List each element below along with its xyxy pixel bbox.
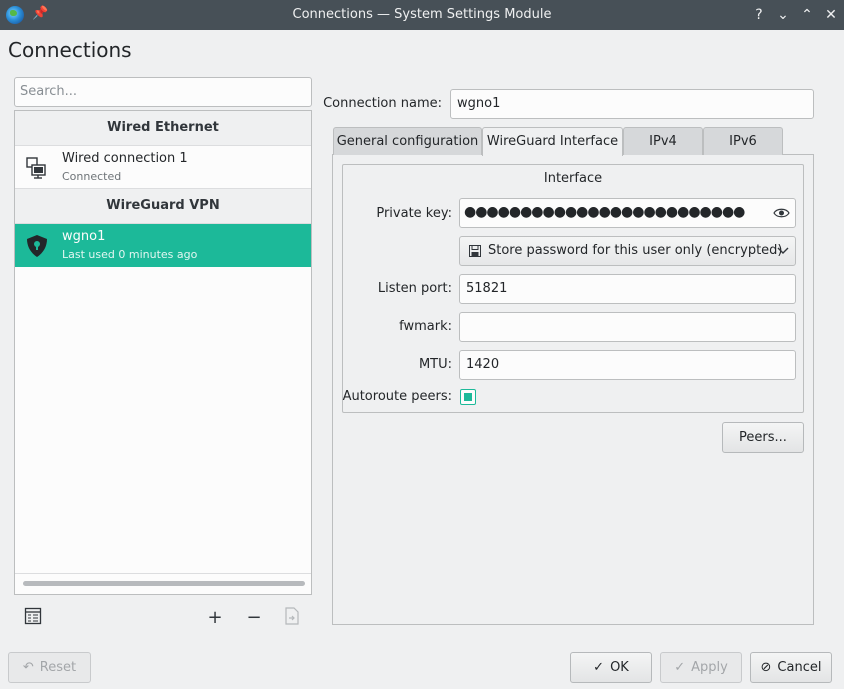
tab-ipv6[interactable]: IPv6: [703, 127, 783, 155]
mtu-label: MTU:: [418, 357, 452, 372]
ok-button[interactable]: ✓ OK: [570, 652, 652, 683]
connection-status: Last used 0 minutes ago: [62, 248, 198, 261]
maximize-button[interactable]: ⌃: [798, 5, 816, 25]
window-title: Connections — System Settings Module: [292, 7, 552, 22]
group-header-wireguard: WireGuard VPN: [15, 189, 311, 224]
interface-group-title: Interface: [543, 171, 603, 186]
cancel-circle-icon: ⊘: [760, 660, 772, 675]
peers-button[interactable]: Peers...: [722, 422, 804, 453]
chevron-down-icon: [777, 247, 789, 254]
connection-name: wgno1: [62, 229, 106, 244]
cancel-label: Cancel: [777, 660, 822, 675]
password-storage-value: Store password for this user only (encry…: [488, 243, 783, 258]
listen-port-input[interactable]: 51821: [459, 274, 796, 304]
view-details-icon: [24, 607, 42, 625]
wired-network-icon: [26, 157, 46, 179]
reset-label: Reset: [39, 660, 77, 675]
tab-ipv4[interactable]: IPv4: [623, 127, 703, 155]
checkmark-icon: ✓: [674, 660, 686, 675]
search-input[interactable]: Search...: [14, 77, 312, 107]
list-item-wgno1[interactable]: wgno1 Last used 0 minutes ago: [15, 224, 311, 267]
ok-label: OK: [610, 660, 629, 675]
export-connection-button[interactable]: [281, 607, 303, 629]
group-header-wired: Wired Ethernet: [15, 111, 311, 146]
mtu-input[interactable]: 1420: [459, 350, 796, 380]
tab-general-configuration[interactable]: General configuration: [333, 127, 482, 155]
password-storage-select[interactable]: Store password for this user only (encry…: [459, 236, 796, 266]
autoroute-peers-label: Autoroute peers:: [342, 389, 452, 404]
list-divider: [15, 573, 311, 574]
details-view-button[interactable]: [22, 607, 44, 629]
connection-list: Wired Ethernet Wired connection 1 Connec…: [14, 110, 312, 595]
fwmark-input[interactable]: [459, 312, 796, 342]
private-key-masked: ●●●●●●●●●●●●●●●●●●●●●●●●●: [464, 204, 745, 220]
connection-status: Connected: [62, 170, 122, 183]
help-button[interactable]: ?: [750, 5, 768, 25]
connection-name-input[interactable]: wgno1: [450, 89, 814, 119]
page-title: Connections: [8, 38, 132, 62]
minimize-button[interactable]: ⌄: [774, 5, 792, 25]
vpn-shield-icon: [27, 235, 47, 257]
apply-label: Apply: [691, 660, 728, 675]
private-key-input[interactable]: ●●●●●●●●●●●●●●●●●●●●●●●●●: [459, 198, 796, 228]
cancel-button[interactable]: ⊘ Cancel: [750, 652, 832, 683]
title-bar: 📌 Connections — System Settings Module ?…: [0, 0, 844, 30]
close-window-button[interactable]: ✕: [822, 5, 840, 25]
show-password-eye-icon[interactable]: [773, 206, 790, 220]
tab-wireguard-interface[interactable]: WireGuard Interface: [482, 127, 623, 156]
connection-name-label: Connection name:: [323, 96, 442, 111]
apply-button[interactable]: ✓ Apply: [660, 652, 742, 683]
private-key-label: Private key:: [376, 206, 452, 221]
add-connection-button[interactable]: +: [204, 607, 226, 629]
list-item-wired-connection[interactable]: Wired connection 1 Connected: [15, 146, 311, 189]
undo-icon: ↶: [22, 660, 34, 675]
fwmark-label: fwmark:: [399, 319, 452, 334]
save-disk-icon: [469, 245, 481, 257]
horizontal-scrollbar[interactable]: [23, 581, 305, 586]
autoroute-peers-checkbox[interactable]: [460, 389, 476, 405]
reset-button[interactable]: ↶ Reset: [8, 652, 91, 683]
connection-name: Wired connection 1: [62, 151, 188, 166]
remove-connection-button[interactable]: −: [243, 607, 265, 629]
listen-port-label: Listen port:: [377, 281, 452, 296]
checkmark-icon: ✓: [593, 660, 605, 675]
document-export-icon: [285, 607, 299, 625]
